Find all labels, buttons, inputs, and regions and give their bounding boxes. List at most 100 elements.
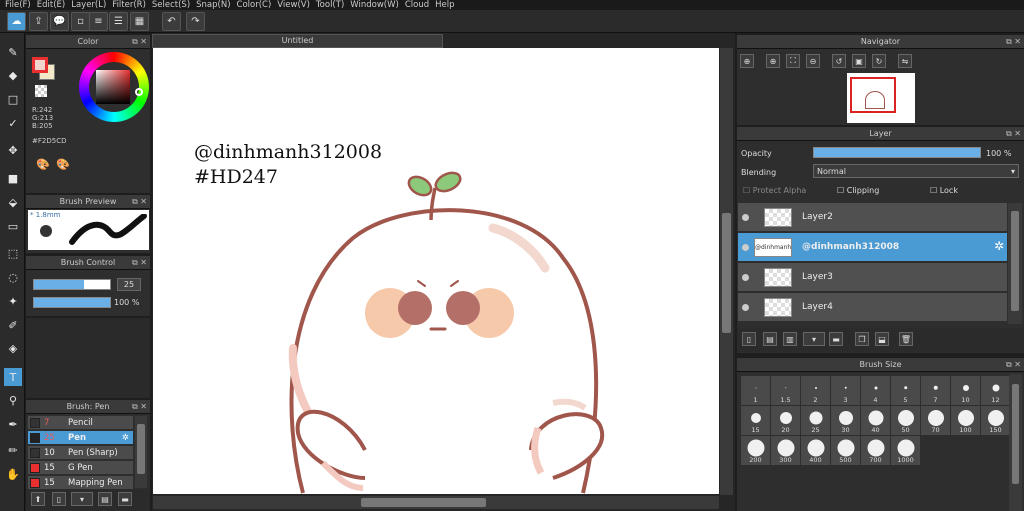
- document-tab[interactable]: Untitled: [152, 34, 443, 48]
- brush-size-cell[interactable]: 40: [861, 406, 890, 435]
- menu-help[interactable]: Help: [435, 0, 454, 10]
- add-brush-icon[interactable]: ▾: [71, 492, 93, 506]
- brush-folder-icon[interactable]: ▬: [118, 492, 132, 506]
- undo-icon[interactable]: ↶: [162, 12, 181, 31]
- eraser-tool-icon[interactable]: ◆: [4, 66, 22, 84]
- palette-settings-icon[interactable]: 🎨: [56, 158, 70, 171]
- text-tool-icon[interactable]: T: [4, 368, 22, 386]
- brush-item-mapping-pen[interactable]: 15 Mapping Pen: [28, 476, 133, 490]
- merge-layer-icon[interactable]: ⬓: [875, 332, 889, 346]
- eye-icon[interactable]: [742, 214, 749, 221]
- brush-size-cell[interactable]: 500: [831, 436, 860, 465]
- layer-row-layer2[interactable]: Layer2: [738, 203, 1007, 232]
- rotate-left-icon[interactable]: ↺: [832, 54, 846, 68]
- brush-size-cell[interactable]: 1: [741, 376, 770, 405]
- brush-size-cell[interactable]: 30: [831, 406, 860, 435]
- fill-rect-tool-icon[interactable]: ■: [4, 169, 22, 187]
- protect-alpha-checkbox[interactable]: ☐ Protect Alpha: [743, 186, 806, 195]
- brush-item-g-pen[interactable]: 15 G Pen: [28, 461, 133, 475]
- brush-tool-icon[interactable]: ✎: [4, 43, 22, 61]
- new-layer-1bit-icon[interactable]: ▥: [783, 332, 797, 346]
- brush-size-cell[interactable]: 3: [831, 376, 860, 405]
- bucket-tool-icon[interactable]: ⬙: [4, 193, 22, 211]
- redo-icon[interactable]: ↷: [186, 12, 205, 31]
- reset-view-icon[interactable]: ▣: [852, 54, 866, 68]
- magic-wand-tool-icon[interactable]: ✦: [4, 292, 22, 310]
- list-icon[interactable]: ☰: [109, 12, 128, 31]
- gradient-tool-icon[interactable]: ▭: [4, 217, 22, 235]
- brush-cloud-icon[interactable]: ⬆: [31, 492, 45, 506]
- lasso-tool-icon[interactable]: ◌: [4, 268, 22, 286]
- menu-edit[interactable]: Edit(E): [37, 0, 65, 10]
- check-tool-icon[interactable]: ✓: [4, 114, 22, 132]
- menu-select[interactable]: Select(S): [152, 0, 190, 10]
- menu-file[interactable]: File(F): [5, 0, 31, 10]
- select-pen-tool-icon[interactable]: ✐: [4, 316, 22, 334]
- brush-item-pencil[interactable]: 7 Pencil: [28, 416, 133, 430]
- brush-list-scrollbar[interactable]: [135, 416, 147, 488]
- saturation-square[interactable]: [96, 70, 130, 104]
- brush-item-pen[interactable]: 25 Pen ✲: [28, 431, 133, 445]
- brush-size-cell[interactable]: 150: [981, 406, 1010, 435]
- hand-tool-icon[interactable]: ✋: [4, 465, 22, 483]
- eye-icon[interactable]: [742, 304, 749, 311]
- brush-size-cell[interactable]: 50: [891, 406, 920, 435]
- panel-close-icon[interactable]: ⧉ ✕: [1006, 127, 1021, 141]
- layer-row-dinhmanh312008[interactable]: @dinhmanh @dinhmanh312008 ✲: [738, 233, 1007, 262]
- drawing-canvas[interactable]: @dinhmanh312008 #HD247: [153, 48, 719, 494]
- grid-icon[interactable]: ▦: [130, 12, 149, 31]
- brush-size-cell[interactable]: 5: [891, 376, 920, 405]
- export-icon[interactable]: ⇪: [29, 12, 48, 31]
- foreground-color-swatch[interactable]: [32, 57, 48, 73]
- brush-size-cell[interactable]: 100: [951, 406, 980, 435]
- brush-size-cell[interactable]: 1000: [891, 436, 920, 465]
- flip-icon[interactable]: ⇋: [898, 54, 912, 68]
- brush-size-cell[interactable]: 70: [921, 406, 950, 435]
- menu-view[interactable]: View(V): [277, 0, 310, 10]
- brush-size-cell[interactable]: 200: [741, 436, 770, 465]
- blending-select[interactable]: Normal ▾: [813, 164, 1019, 178]
- brush-item-pen-sharp[interactable]: 10 Pen (Sharp): [28, 446, 133, 460]
- folder-icon[interactable]: ▬: [829, 332, 843, 346]
- move-tool-icon[interactable]: ✥: [4, 141, 22, 159]
- fit-screen-icon[interactable]: ⛶: [786, 54, 800, 68]
- brush-size-cell[interactable]: 20: [771, 406, 800, 435]
- panel-close-icon[interactable]: ⧉ ✕: [132, 35, 147, 49]
- layer-list-scrollbar[interactable]: [1008, 203, 1022, 324]
- menu-filter[interactable]: Filter(R): [112, 0, 146, 10]
- panel-close-icon[interactable]: ⧉ ✕: [132, 256, 147, 270]
- brush-size-cell[interactable]: 10: [951, 376, 980, 405]
- clipping-checkbox[interactable]: ☐ Clipping: [837, 186, 879, 195]
- zoom-in-icon[interactable]: ⊕: [740, 54, 754, 68]
- brush-size-slider[interactable]: [33, 279, 111, 290]
- zoom-in-alt-icon[interactable]: ⊕: [766, 54, 780, 68]
- select-eraser-tool-icon[interactable]: ◈: [4, 339, 22, 357]
- chat-icon[interactable]: 💬: [50, 12, 69, 31]
- brush-size-input[interactable]: 25: [117, 278, 141, 291]
- brush-copy-icon[interactable]: ▤: [98, 492, 112, 506]
- panel-close-icon[interactable]: ⧉ ✕: [132, 195, 147, 209]
- cloud-icon[interactable]: ☁: [7, 12, 26, 31]
- rotate-right-icon[interactable]: ↻: [872, 54, 886, 68]
- delete-layer-icon[interactable]: 🗑: [899, 332, 913, 346]
- lock-checkbox[interactable]: ☐ Lock: [930, 186, 958, 195]
- gear-icon[interactable]: ✲: [994, 239, 1004, 253]
- brush-size-cell[interactable]: 12: [981, 376, 1010, 405]
- navigator-thumbnail[interactable]: [847, 73, 915, 123]
- new-brush-icon[interactable]: ▯: [52, 492, 66, 506]
- brush-size-cell[interactable]: 1.5: [771, 376, 800, 405]
- brush-size-cell[interactable]: 15: [741, 406, 770, 435]
- layer-row-layer4[interactable]: Layer4: [738, 293, 1007, 322]
- operation-tool-icon[interactable]: ⚲: [4, 391, 22, 409]
- layer-opacity-slider[interactable]: [813, 147, 981, 158]
- palette-icon[interactable]: 🎨: [36, 158, 50, 171]
- zoom-out-icon[interactable]: ⊖: [806, 54, 820, 68]
- eyedropper-tool-icon[interactable]: ✒: [4, 415, 22, 433]
- brush-size-cell[interactable]: 2: [801, 376, 830, 405]
- transparent-color-swatch[interactable]: [35, 85, 47, 97]
- new-layer-icon[interactable]: ▯: [742, 332, 756, 346]
- brush-size-cell[interactable]: 400: [801, 436, 830, 465]
- brush-opacity-slider[interactable]: [33, 297, 111, 308]
- select-rect-tool-icon[interactable]: ⬚: [4, 244, 22, 262]
- save-icon[interactable]: ≡: [89, 12, 108, 31]
